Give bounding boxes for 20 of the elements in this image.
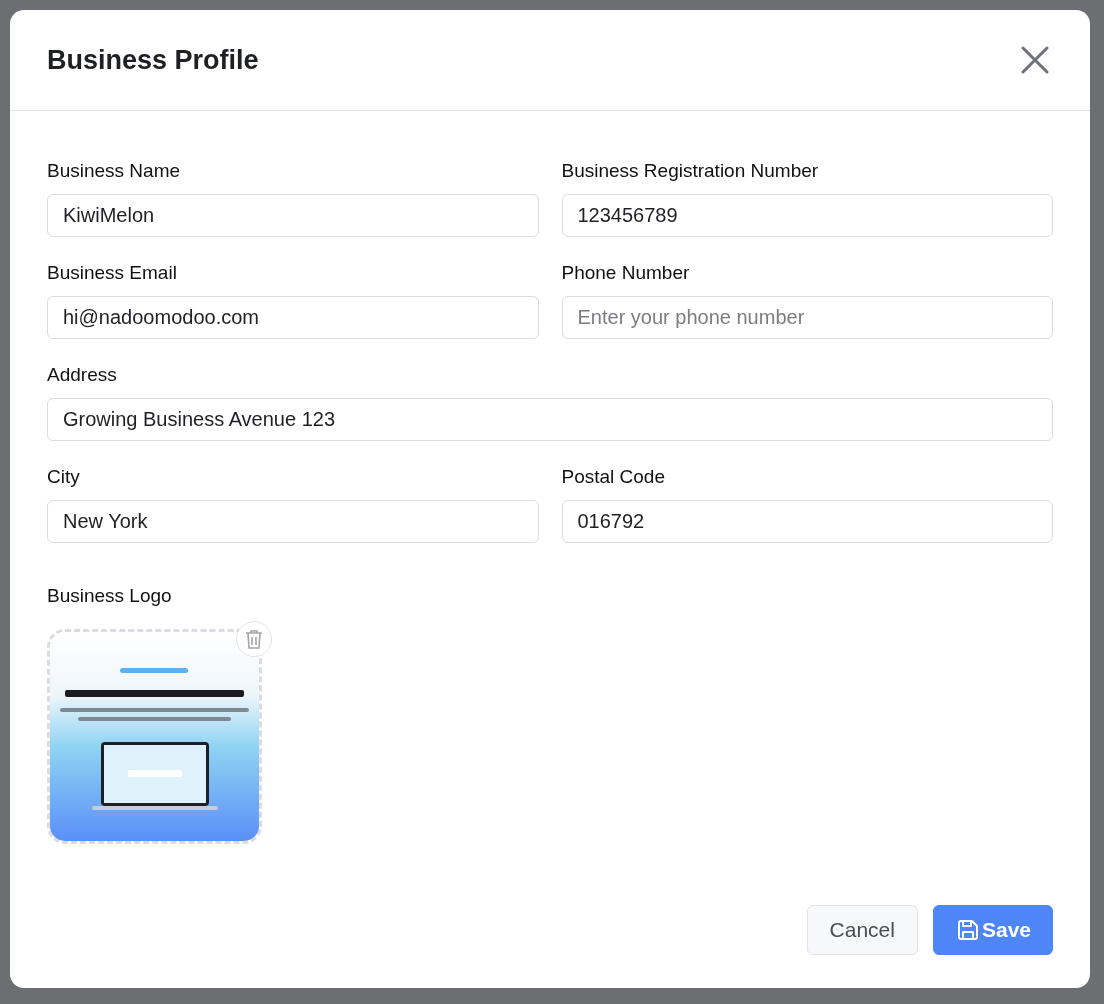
field-label: Business Logo — [47, 584, 173, 607]
input-field[interactable]: New York — [47, 500, 539, 543]
cancel-button[interactable]: Cancel — [806, 905, 918, 955]
dialog-title: Business Profile — [47, 44, 259, 76]
field-label: Phone Number — [561, 261, 691, 284]
field-label: Address — [47, 363, 118, 386]
input-field[interactable]: hi@nadoomodoo.com — [47, 296, 539, 339]
save-icon — [955, 918, 980, 942]
input-field[interactable]: Growing Business Avenue 123 — [47, 398, 1053, 441]
input-field[interactable]: KiwiMelon — [47, 194, 539, 237]
trash-icon — [245, 629, 263, 649]
field-label: Business Name — [47, 159, 182, 182]
field-label: Business Email — [47, 261, 178, 284]
field-label: City — [47, 465, 81, 488]
close-icon — [1021, 46, 1049, 74]
input-field[interactable]: 123456789 — [561, 194, 1053, 237]
input-field[interactable]: Enter your phone number — [561, 296, 1053, 339]
field-label: Business Registration Number — [561, 159, 820, 182]
field-label: Postal Code — [561, 465, 666, 488]
input-field[interactable]: 016792 — [561, 500, 1053, 543]
